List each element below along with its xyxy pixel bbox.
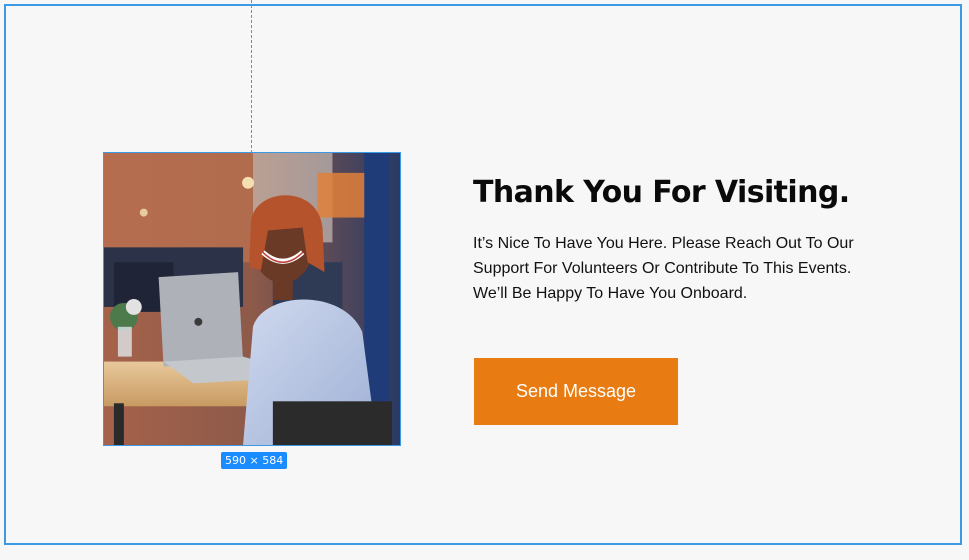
send-message-button[interactable]: Send Message bbox=[474, 358, 678, 425]
image-size-badge: 590 × 584 bbox=[221, 452, 288, 469]
alignment-guide bbox=[251, 0, 252, 153]
page-title: Thank You For Visiting. bbox=[473, 175, 850, 210]
photo-illustration bbox=[104, 153, 400, 445]
hero-photo[interactable] bbox=[103, 152, 401, 446]
canvas-bottom bbox=[0, 545, 969, 560]
intro-paragraph: It’s Nice To Have You Here. Please Reach… bbox=[473, 235, 854, 302]
